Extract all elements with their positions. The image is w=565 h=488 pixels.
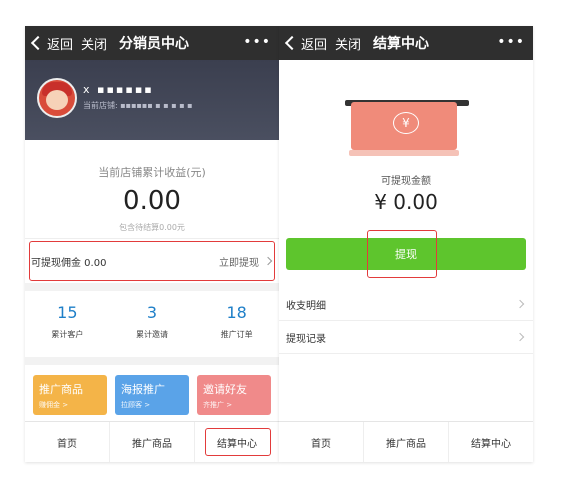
income-expense-details-row[interactable]: 收支明细 [279, 288, 533, 321]
tab-home[interactable]: 首页 [25, 422, 110, 462]
withdraw-button[interactable]: 提现 [286, 238, 526, 270]
more-icon[interactable]: ••• [497, 34, 525, 50]
banknote-shadow [349, 150, 459, 156]
stat-label: 推广订单 [220, 330, 253, 339]
promo-cards: 推广商品 赚佣金 > 海报推广 拉顾客 > 邀请好友 齐推广 > [25, 365, 279, 423]
profile-header: x ▪▪▪▪▪▪ 当前店铺: ▪▪▪▪▪▪ ▪ ▪ ▪ ▪ ▪ [25, 60, 279, 140]
back-button[interactable]: 返回 [279, 34, 327, 53]
promo-sub: 赚佣金 > [39, 401, 69, 409]
promo-sub: 齐推广 > [203, 401, 233, 409]
page-title: 结算中心 [373, 36, 430, 52]
close-button[interactable]: 关闭 [81, 34, 107, 53]
page-title: 分销员中心 [119, 36, 190, 52]
more-icon[interactable]: ••• [243, 34, 271, 50]
stats-row: 15 累计客户 3 累计邀请 18 推广订单 [25, 291, 279, 365]
profile-shop: 当前店铺: ▪▪▪▪▪▪ ▪ ▪ ▪ ▪ ▪ [83, 101, 193, 110]
stat-value: 3 [146, 303, 158, 322]
stat-invites[interactable]: 3 累计邀请 [110, 291, 195, 357]
nav-bar: 返回 关闭 结算中心 ••• [279, 26, 533, 60]
back-label: 返回 [301, 37, 328, 53]
back-label: 返回 [47, 37, 74, 53]
stat-value: 18 [226, 303, 247, 322]
withdraw-now-label: 立即提现 [219, 257, 259, 269]
tab-promote-products[interactable]: 推广商品 [364, 422, 449, 462]
chevron-right-icon [515, 332, 525, 342]
withdraw-now-link[interactable]: 立即提现 [219, 254, 273, 269]
stat-value: 15 [57, 303, 78, 322]
back-button[interactable]: 返回 [25, 34, 73, 53]
chevron-right-icon [515, 299, 525, 309]
stat-customers[interactable]: 15 累计客户 [25, 291, 110, 357]
tab-bar: 首页 推广商品 结算中心 [25, 421, 279, 462]
tab-label: 结算中心 [217, 438, 257, 450]
avatar[interactable] [37, 78, 77, 118]
promo-invite-card[interactable]: 邀请好友 齐推广 > [197, 375, 271, 415]
earnings-note: 包含待结算0.00元 [119, 223, 185, 232]
chevron-left-icon [30, 35, 46, 51]
stat-orders[interactable]: 18 推广订单 [194, 291, 279, 357]
promo-sub: 拉顾客 > [121, 401, 151, 409]
yuan-icon: ¥ [393, 112, 419, 134]
promo-products-card[interactable]: 推广商品 赚佣金 > [33, 375, 107, 415]
promo-title: 邀请好友 [203, 383, 247, 396]
row-label: 提现记录 [286, 333, 326, 345]
withdraw-commission-label: 可提现佣金 0.00 [31, 257, 107, 269]
stat-label: 累计客户 [51, 330, 84, 339]
tab-promote-products[interactable]: 推广商品 [110, 422, 195, 462]
withdraw-records-row[interactable]: 提现记录 [279, 321, 533, 354]
chevron-left-icon [284, 35, 300, 51]
row-label: 收支明细 [286, 300, 326, 312]
tab-settlement-center[interactable]: 结算中心 [449, 422, 533, 462]
promo-title: 海报推广 [121, 383, 165, 396]
nav-bar: 返回 关闭 分销员中心 ••• [25, 26, 279, 60]
stat-label: 累计邀请 [136, 330, 168, 339]
tab-settlement-center[interactable]: 结算中心 [195, 422, 279, 462]
withdrawable-value: ¥ 0.00 [374, 190, 438, 214]
withdrawable-label: 可提现金额 [381, 176, 431, 187]
withdrawable-amount-section: ¥ 可提现金额 ¥ 0.00 [279, 60, 533, 214]
promo-poster-card[interactable]: 海报推广 拉顾客 > [115, 375, 189, 415]
earnings-summary: 当前店铺累计收益(元) 0.00 包含待结算0.00元 [25, 140, 279, 238]
profile-name: x ▪▪▪▪▪▪ [83, 83, 154, 96]
tab-bar: 首页 推广商品 结算中心 [279, 421, 533, 462]
withdraw-button-wrap: 提现 [279, 230, 533, 288]
tab-home[interactable]: 首页 [279, 422, 364, 462]
close-button[interactable]: 关闭 [335, 34, 361, 53]
earnings-value: 0.00 [123, 186, 181, 216]
withdraw-commission-row[interactable]: 可提现佣金 0.00 立即提现 [25, 238, 279, 291]
distributor-center-screen: 返回 关闭 分销员中心 ••• x ▪▪▪▪▪▪ 当前店铺: ▪▪▪▪▪▪ ▪ … [25, 26, 279, 462]
chevron-right-icon [263, 256, 273, 266]
earnings-label: 当前店铺累计收益(元) [98, 166, 206, 179]
promo-title: 推广商品 [39, 383, 83, 396]
settlement-center-screen: 返回 关闭 结算中心 ••• ¥ 可提现金额 ¥ 0.00 提现 收支明细 提现… [279, 26, 533, 462]
